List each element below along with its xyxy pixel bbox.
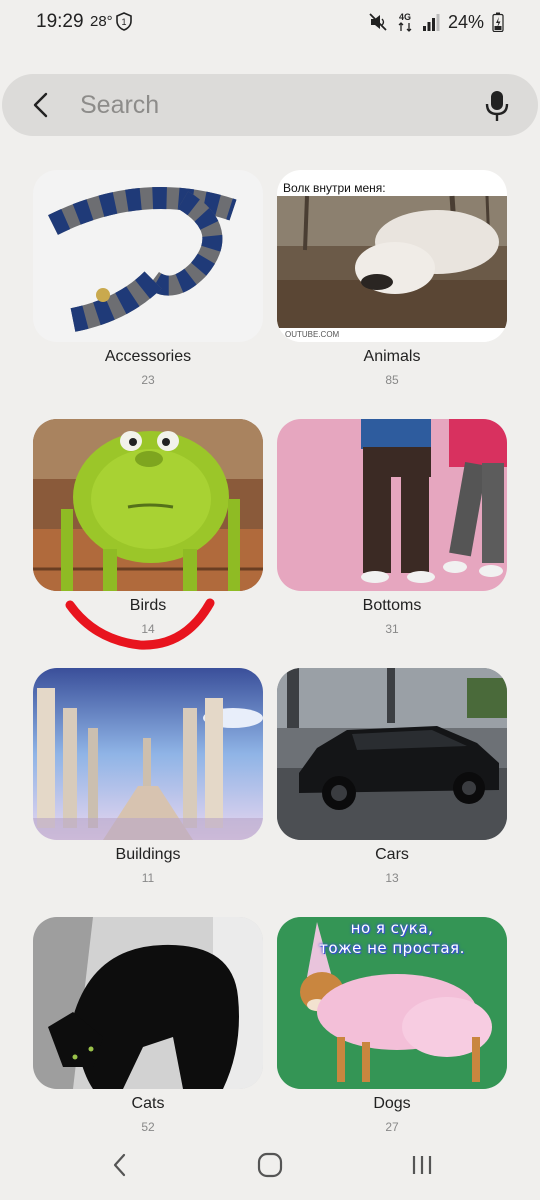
category-thumbnail [33, 419, 263, 591]
category-label: Buildings [115, 846, 181, 863]
category-count: 11 [141, 871, 155, 885]
meme-caption-line1: но я сука, [350, 919, 434, 937]
buildings-image [33, 668, 263, 840]
category-thumbnail: но я сука, тоже не простая. [277, 917, 507, 1089]
nav-back-icon [113, 1153, 126, 1177]
signal-icon [422, 14, 440, 31]
category-tile-accessories[interactable]: Accessories 23 [33, 170, 263, 400]
category-count: 14 [141, 622, 155, 636]
battery-icon [492, 12, 504, 32]
category-thumbnail [277, 668, 507, 840]
status-temperature: 28° [90, 13, 113, 30]
mute-icon [369, 13, 387, 31]
nav-back-button[interactable] [102, 1150, 138, 1180]
category-label: Accessories [104, 348, 192, 365]
network-4g-icon: 4G [398, 12, 412, 32]
category-tile-cats[interactable]: Cats 52 [33, 917, 263, 1147]
category-count: 31 [385, 622, 399, 636]
category-count: 23 [141, 373, 155, 387]
category-label: Dogs [373, 1095, 411, 1112]
trousers-image [277, 419, 507, 591]
category-label: Birds [129, 597, 167, 614]
status-time: 19:29 [36, 11, 84, 32]
category-label: Bottoms [362, 597, 422, 614]
meme-caption-line2: тоже не простая. [319, 939, 465, 957]
category-count: 13 [385, 871, 399, 885]
thumbnail-caption: Волк внутри меня: [281, 180, 388, 196]
search-bar [2, 74, 538, 136]
microphone-icon[interactable] [484, 90, 510, 122]
nav-recents-button[interactable] [404, 1150, 440, 1180]
green-creature-image [33, 419, 263, 591]
category-tile-bottoms[interactable]: Bottoms 31 [277, 419, 507, 649]
category-thumbnail [33, 170, 263, 342]
status-bar: 19:29 28° 1 4G 24% [0, 0, 540, 44]
category-tile-cars[interactable]: Cars 13 [277, 668, 507, 898]
category-tile-birds[interactable]: Birds 14 [33, 419, 263, 649]
back-arrow-icon[interactable] [28, 91, 56, 119]
nav-home-icon [257, 1152, 283, 1178]
nav-recents-icon [412, 1156, 432, 1174]
black-cat-image [33, 917, 263, 1089]
shield-icon: 1 [116, 12, 132, 31]
category-thumbnail: Волк внутри меня: OUTUBE.COM [277, 170, 507, 342]
category-label: Animals [363, 348, 421, 365]
navigation-bar [0, 1130, 540, 1200]
battery-percentage: 24% [447, 11, 484, 32]
nav-home-button[interactable] [252, 1150, 288, 1180]
svg-text:1: 1 [121, 17, 126, 27]
category-tile-animals[interactable]: Волк внутри меня: OUTUBE.COM Animals 85 [277, 170, 507, 400]
search-input[interactable] [80, 86, 460, 124]
category-label: Cats [131, 1095, 165, 1112]
network-label: 4G [399, 12, 411, 22]
category-label: Cars [375, 846, 409, 863]
status-icons: 4G 24% [368, 10, 504, 34]
category-tile-dogs[interactable]: но я сука, тоже не простая. Dogs 27 [277, 917, 507, 1147]
car-image [277, 668, 507, 840]
category-thumbnail [33, 917, 263, 1089]
category-thumbnail [277, 419, 507, 591]
scarf-image [33, 170, 263, 342]
category-count: 85 [385, 373, 399, 387]
category-tile-buildings[interactable]: Buildings 11 [33, 668, 263, 898]
category-thumbnail [33, 668, 263, 840]
thumbnail-footer: OUTUBE.COM [285, 330, 340, 339]
